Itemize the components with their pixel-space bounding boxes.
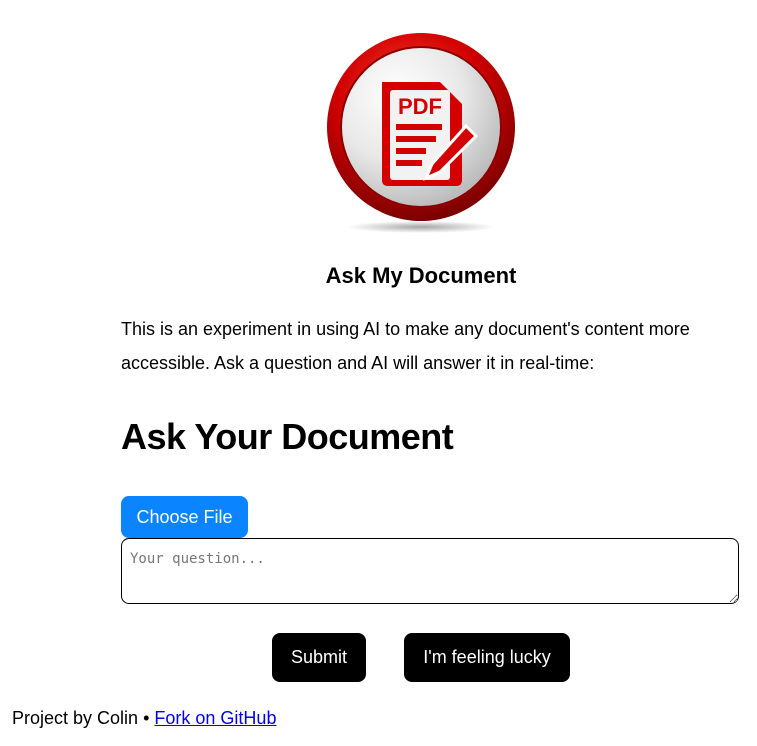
footer: Project by Colin • Fork on GitHub [12, 705, 276, 731]
form-heading: Ask Your Document [121, 416, 454, 457]
footer-separator: • [143, 708, 150, 728]
logo-pdf-label: PDF [398, 94, 442, 119]
footer-credit: Project by Colin [12, 708, 139, 728]
choose-file-button[interactable]: Choose File [121, 496, 248, 538]
submit-button[interactable]: Submit [272, 633, 366, 682]
question-input[interactable] [121, 538, 739, 604]
intro-text: This is an experiment in using AI to mak… [121, 319, 690, 373]
app-title: Ask My Document [325, 263, 517, 288]
pdf-document-edit-icon: PDF [327, 33, 515, 233]
feeling-lucky-button[interactable]: I'm feeling lucky [404, 633, 570, 682]
github-link[interactable]: Fork on GitHub [154, 708, 276, 728]
app-logo: PDF [324, 30, 518, 236]
